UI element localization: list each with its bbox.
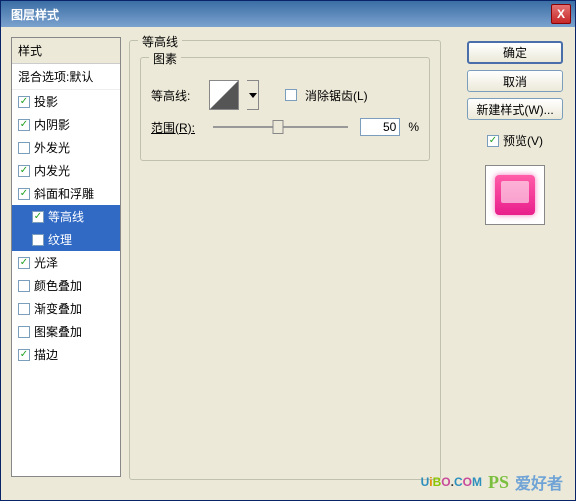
preview-box [485,165,545,225]
style-item-8[interactable]: ✓ 颜色叠加 [12,274,120,297]
dialog-body: 样式 混合选项:默认 ✓投影✓内阴影✓外发光✓内发光✓斜面和浮雕✓等高线✓纹理✓… [1,27,575,500]
blend-options-default[interactable]: 混合选项:默认 [12,64,120,90]
style-checkbox-0[interactable]: ✓ [18,96,30,108]
style-label-7: 光泽 [34,254,58,271]
style-item-0[interactable]: ✓ 投影 [12,90,120,113]
wm-o: O [441,475,450,489]
contour-label: 等高线: [151,87,201,104]
preview-toggle[interactable]: ✓ 预览(V) [487,132,543,149]
style-checkbox-1[interactable]: ✓ [18,119,30,131]
range-unit: % [408,120,419,134]
wm-o2: O [463,475,472,489]
contour-dropdown[interactable] [247,80,259,110]
style-label-10: 图案叠加 [34,323,82,340]
contour-row: 等高线: ✓ 消除锯齿(L) [151,80,419,110]
style-item-1[interactable]: ✓ 内阴影 [12,113,120,136]
ok-button[interactable]: 确定 [467,41,563,64]
style-item-2[interactable]: ✓ 外发光 [12,136,120,159]
contour-thumbnail[interactable] [209,80,239,110]
close-button[interactable]: X [551,4,571,24]
range-slider-thumb[interactable] [272,120,283,134]
style-label-5: 等高线 [48,208,84,225]
style-checkbox-10[interactable]: ✓ [18,326,30,338]
watermark: UiBO.COM PS 爱好者 [421,470,563,494]
cancel-button[interactable]: 取消 [467,70,563,92]
layer-style-dialog: 图层样式 X 样式 混合选项:默认 ✓投影✓内阴影✓外发光✓内发光✓斜面和浮雕✓… [0,0,576,501]
style-label-3: 内发光 [34,162,70,179]
style-item-11[interactable]: ✓ 描边 [12,343,120,366]
contour-group-legend: 等高线 [138,33,182,50]
style-item-3[interactable]: ✓ 内发光 [12,159,120,182]
window-title: 图层样式 [5,6,551,23]
range-row: 范围(R): % [151,118,419,136]
wm-cn: 爱好者 [515,470,563,494]
center-panel: 等高线 图素 等高线: ✓ 消除锯齿(L) 范围(R): [129,37,457,490]
wm-m: M [472,475,482,489]
style-checkbox-2[interactable]: ✓ [18,142,30,154]
style-item-10[interactable]: ✓ 图案叠加 [12,320,120,343]
contour-group: 等高线 图素 等高线: ✓ 消除锯齿(L) 范围(R): [129,40,441,480]
style-item-7[interactable]: ✓ 光泽 [12,251,120,274]
preview-swatch [495,175,535,215]
range-slider[interactable] [213,126,348,128]
right-column: 确定 取消 新建样式(W)... ✓ 预览(V) [465,37,565,490]
style-checkbox-6[interactable]: ✓ [32,234,44,246]
style-checkbox-4[interactable]: ✓ [18,188,30,200]
elements-group-legend: 图素 [149,50,181,67]
elements-group: 图素 等高线: ✓ 消除锯齿(L) 范围(R): [140,57,430,161]
wm-u: U [421,475,430,489]
antialias-label[interactable]: 消除锯齿(L) [305,87,368,104]
preview-checkbox[interactable]: ✓ [487,135,499,147]
styles-list: ✓ 投影 ✓ 内阴影 ✓ 外发光 ✓ 内发光 ✓ 斜面和浮雕 ✓ 等高线 ✓ 纹理 ✓ 光泽 ✓ 颜色叠加 ✓ 渐变叠… [12,90,120,366]
wm-b: B [433,475,442,489]
style-label-1: 内阴影 [34,116,70,133]
style-label-4: 斜面和浮雕 [34,185,94,202]
style-item-4[interactable]: ✓ 斜面和浮雕 [12,182,120,205]
style-label-9: 渐变叠加 [34,300,82,317]
style-item-6[interactable]: ✓ 纹理 [12,228,120,251]
wm-ps: PS [488,472,509,493]
antialias-checkbox[interactable]: ✓ [285,89,297,101]
titlebar: 图层样式 X [1,1,575,27]
style-label-2: 外发光 [34,139,70,156]
range-input[interactable] [360,118,400,136]
styles-header[interactable]: 样式 [12,38,120,64]
new-style-button[interactable]: 新建样式(W)... [467,98,563,120]
styles-panel: 样式 混合选项:默认 ✓投影✓内阴影✓外发光✓内发光✓斜面和浮雕✓等高线✓纹理✓… [11,37,121,477]
style-checkbox-3[interactable]: ✓ [18,165,30,177]
style-label-0: 投影 [34,93,58,110]
wm-c: C [454,475,463,489]
style-checkbox-9[interactable]: ✓ [18,303,30,315]
style-label-11: 描边 [34,346,58,363]
style-item-5[interactable]: ✓ 等高线 [12,205,120,228]
style-checkbox-8[interactable]: ✓ [18,280,30,292]
style-checkbox-7[interactable]: ✓ [18,257,30,269]
preview-label: 预览(V) [503,132,543,149]
close-icon: X [557,7,565,21]
style-checkbox-5[interactable]: ✓ [32,211,44,223]
style-checkbox-11[interactable]: ✓ [18,349,30,361]
range-label: 范围(R): [151,119,201,136]
style-label-8: 颜色叠加 [34,277,82,294]
style-item-9[interactable]: ✓ 渐变叠加 [12,297,120,320]
style-label-6: 纹理 [48,231,72,248]
